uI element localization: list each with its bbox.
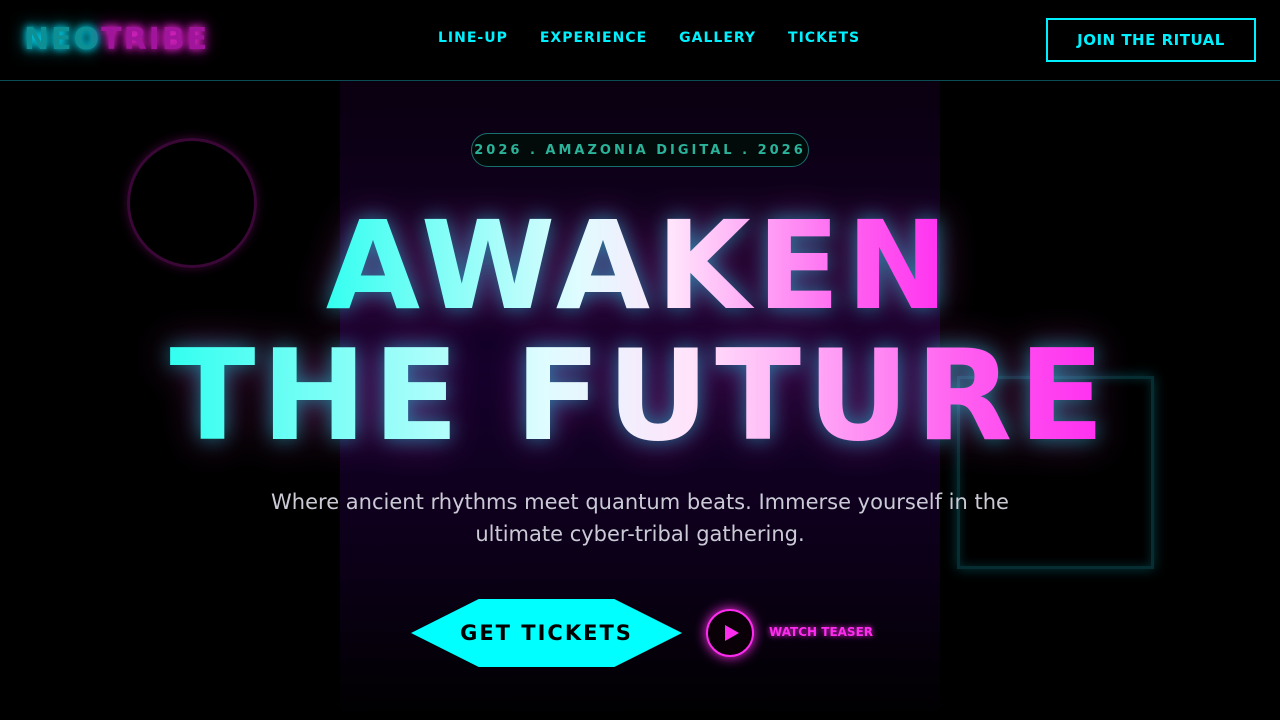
headline-line-1-text: AWAKEN (325, 195, 955, 337)
site-header: NEOTRIBE LINE-UP EXPERIENCE GALLERY TICK… (0, 0, 1280, 81)
join-the-ritual-button[interactable]: JOIN THE RITUAL (1046, 18, 1256, 62)
nav-item-tickets[interactable]: TICKETS (788, 29, 860, 47)
nav-item-gallery[interactable]: GALLERY (679, 29, 756, 47)
headline-line-2-text: THE FUTURE (169, 322, 1111, 469)
event-badge: 2026 . AMAZONIA DIGITAL . 2026 (471, 133, 809, 167)
watch-teaser-link[interactable]: WATCH TEASER (769, 624, 873, 640)
play-teaser-button[interactable] (706, 609, 754, 657)
headline-line-2: THE FUTURE (0, 326, 1280, 466)
headline-line-1: AWAKEN (0, 198, 1280, 334)
play-icon (725, 625, 739, 641)
logo[interactable]: NEOTRIBE (24, 22, 209, 58)
hero-subtitle: Where ancient rhythms meet quantum beats… (271, 490, 1009, 546)
nav-item-lineup[interactable]: LINE-UP (438, 29, 508, 47)
main-nav: LINE-UP EXPERIENCE GALLERY TICKETS (438, 29, 892, 47)
logo-part-tribe: TRIBE (101, 22, 210, 57)
logo-part-neo: NEO (24, 22, 102, 57)
landing-page: NEOTRIBE LINE-UP EXPERIENCE GALLERY TICK… (0, 0, 1280, 720)
nav-item-experience[interactable]: EXPERIENCE (540, 29, 647, 47)
